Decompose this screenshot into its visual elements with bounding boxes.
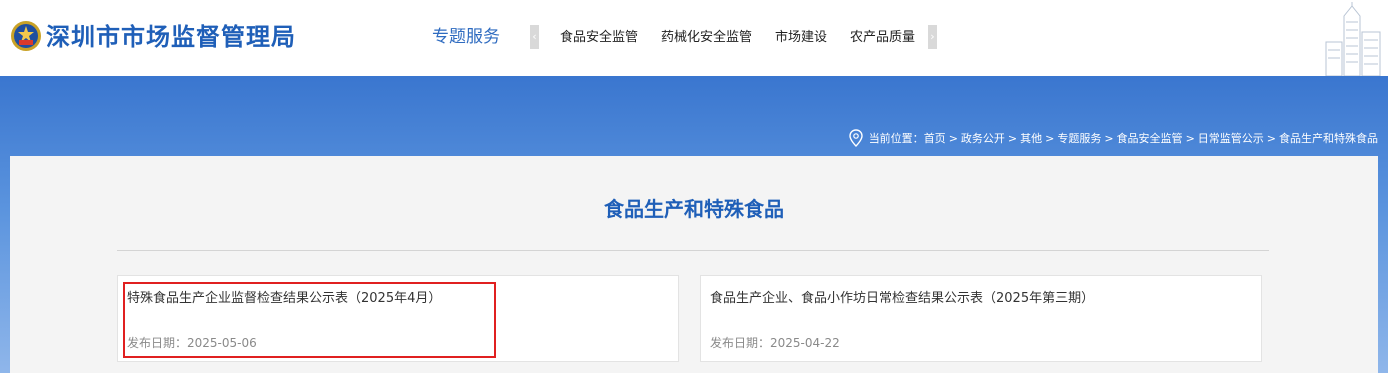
location-pin-icon: [848, 129, 863, 147]
page-title: 食品生产和特殊食品: [604, 197, 784, 221]
article-title[interactable]: 特殊食品生产企业监督检查结果公示表（2025年4月）: [127, 289, 441, 309]
topic-services-label[interactable]: 专题服务: [432, 25, 500, 49]
date-value: 2025-05-06: [187, 336, 257, 350]
article-card[interactable]: 食品生产企业、食品小作坊日常检查结果公示表（2025年第三期） 发布日期：202…: [700, 275, 1262, 362]
breadcrumb-topic-services[interactable]: 专题服务: [1057, 130, 1101, 146]
site-header: 深圳市市场监督管理局 专题服务 ‹ 食品安全监管 药械化安全监管 市场建设 农产…: [0, 0, 1388, 76]
breadcrumb-separator: >: [1185, 131, 1195, 145]
nav-item-food-safety[interactable]: 食品安全监管: [560, 28, 638, 48]
breadcrumb-home[interactable]: 首页: [924, 130, 946, 146]
topic-nav: 食品安全监管 药械化安全监管 市场建设 农产品质量: [560, 28, 915, 48]
breadcrumb-food-safety[interactable]: 食品安全监管: [1117, 130, 1183, 146]
date-label: 发布日期：: [127, 336, 188, 350]
breadcrumb-prefix: 当前位置：: [868, 132, 924, 145]
nav-next-arrow[interactable]: ›: [928, 25, 937, 49]
breadcrumb-daily-supervision[interactable]: 日常监管公示: [1198, 130, 1264, 146]
breadcrumb-current[interactable]: 食品生产和特殊食品: [1279, 130, 1378, 146]
article-card[interactable]: 特殊食品生产企业监督检查结果公示表（2025年4月） 发布日期：2025-05-…: [117, 275, 679, 362]
nav-item-drug-device[interactable]: 药械化安全监管: [661, 28, 752, 48]
breadcrumb-separator: >: [948, 131, 958, 145]
breadcrumb-separator: >: [1266, 131, 1276, 145]
article-title[interactable]: 食品生产企业、食品小作坊日常检查结果公示表（2025年第三期）: [710, 289, 1094, 309]
breadcrumb-separator: >: [1045, 131, 1055, 145]
site-title[interactable]: 深圳市市场监督管理局: [46, 20, 296, 54]
content-panel: 食品生产和特殊食品 特殊食品生产企业监督检查结果公示表（2025年4月） 发布日…: [10, 156, 1378, 373]
breadcrumb-separator: >: [1104, 131, 1114, 145]
breadcrumb-gov-affairs[interactable]: 政务公开: [961, 130, 1005, 146]
date-value: 2025-04-22: [770, 336, 840, 350]
date-label: 发布日期：: [710, 336, 771, 350]
title-divider: [117, 250, 1269, 251]
article-date: 发布日期：2025-05-06: [127, 334, 257, 352]
police-emblem-icon[interactable]: [10, 20, 42, 52]
nav-prev-arrow[interactable]: ‹: [530, 25, 539, 49]
nav-item-market-construction[interactable]: 市场建设: [775, 28, 827, 48]
article-date: 发布日期：2025-04-22: [710, 334, 840, 352]
breadcrumb-separator: >: [1007, 131, 1018, 145]
building-illustration: [1325, 2, 1381, 76]
breadcrumb: 当前位置： 首页 > 政务公开 > 其他 > 专题服务 > 食品安全监管 > 日…: [848, 129, 1378, 147]
breadcrumb-other[interactable]: 其他: [1020, 130, 1042, 146]
nav-item-agri-quality[interactable]: 农产品质量: [850, 28, 915, 48]
